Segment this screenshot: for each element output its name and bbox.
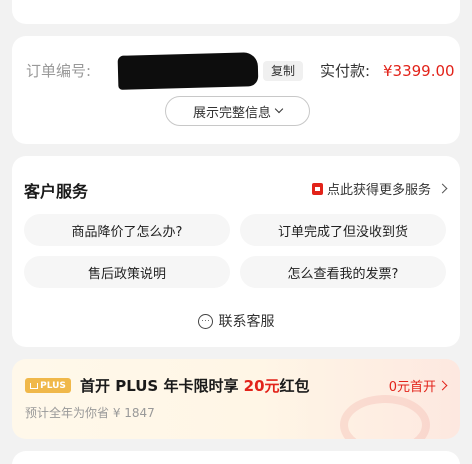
show-full-info-label: 展示完整信息 bbox=[192, 105, 271, 121]
plus-promo-card[interactable]: PLUS 首开 PLUS 年卡限时享 20元红包 预计全年为你省 ¥ 1847 … bbox=[12, 359, 460, 439]
question-not-received[interactable]: 订单完成了但没收到货 bbox=[240, 214, 446, 246]
plus-open-label: 0元首开 bbox=[388, 380, 436, 395]
order-number-label: 订单编号: bbox=[26, 62, 92, 80]
decorative-swirl bbox=[340, 395, 430, 439]
bottom-card bbox=[12, 451, 460, 464]
crown-icon bbox=[30, 382, 39, 389]
chevron-down-icon bbox=[274, 104, 284, 114]
question-view-invoice[interactable]: 怎么查看我的发票? bbox=[240, 256, 446, 288]
plus-savings-subtitle: 预计全年为你省 ¥ 1847 bbox=[25, 406, 155, 420]
gift-icon bbox=[311, 182, 323, 195]
chevron-right-icon bbox=[437, 380, 448, 391]
contact-service-label: 联系客服 bbox=[218, 314, 275, 330]
paid-label: 实付款: bbox=[320, 62, 371, 80]
plus-promo-title: 首开 PLUS 年卡限时享 20元红包 bbox=[80, 375, 310, 396]
show-full-info-button[interactable]: 展示完整信息 bbox=[165, 96, 310, 126]
service-title: 客户服务 bbox=[24, 182, 89, 201]
contact-service-button[interactable]: 联系客服 bbox=[12, 311, 460, 331]
redacted-order-number bbox=[117, 52, 259, 90]
order-info-card: 订单编号: 复制 实付款: ¥3399.00 展示完整信息 bbox=[12, 36, 460, 144]
copy-button[interactable]: 复制 bbox=[263, 61, 304, 81]
chat-bubble-icon bbox=[197, 313, 213, 329]
plus-title-suffix: 红包 bbox=[279, 377, 310, 395]
paid-amount: ¥3399.00 bbox=[383, 62, 455, 80]
question-after-sales-policy[interactable]: 售后政策说明 bbox=[24, 256, 230, 288]
plus-open-button[interactable]: 0元首开 bbox=[388, 376, 448, 395]
order-row: 订单编号: 复制 实付款: ¥3399.00 bbox=[12, 52, 460, 90]
plus-title-prefix: 首开 PLUS 年卡限时享 bbox=[80, 377, 244, 395]
question-price-drop[interactable]: 商品降价了怎么办? bbox=[24, 214, 230, 246]
more-services-link[interactable]: 点此获得更多服务 bbox=[311, 179, 448, 198]
more-services-label: 点此获得更多服务 bbox=[326, 183, 431, 198]
top-card bbox=[12, 0, 460, 24]
chevron-right-icon bbox=[437, 183, 448, 194]
plus-title-highlight: 20元 bbox=[243, 377, 280, 395]
plus-badge: PLUS bbox=[25, 378, 71, 393]
plus-badge-label: PLUS bbox=[40, 380, 66, 391]
customer-service-card: 客户服务 点此获得更多服务 商品降价了怎么办? 订单完成了但没收到货 售后政策说… bbox=[12, 156, 460, 347]
